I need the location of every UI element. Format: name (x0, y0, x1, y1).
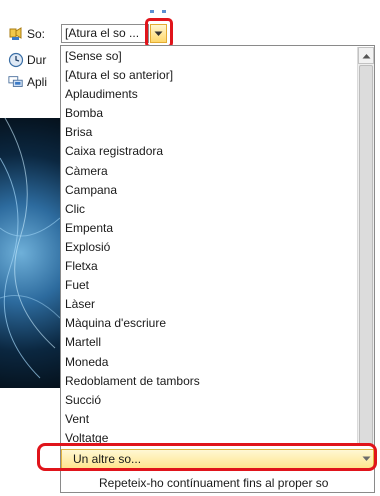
sound-label: So: (27, 27, 46, 41)
scroll-up-arrow-icon (362, 53, 370, 58)
sound-option[interactable]: Moneda (62, 353, 357, 372)
sound-dropdown-list: [Sense so] [Atura el so anterior] Aplaudim… (60, 45, 375, 493)
sound-option[interactable]: Explosió (62, 238, 357, 257)
apply-to-all-button[interactable]: Apli (8, 72, 47, 92)
slide-decoration (0, 118, 60, 379)
sound-option[interactable]: Succió (62, 391, 357, 410)
clock-icon (8, 52, 24, 68)
sound-option[interactable]: Càmera (62, 162, 357, 181)
sound-row: So: (8, 24, 45, 44)
sound-option[interactable]: Redoblament de tambors (62, 372, 357, 391)
loop-check-area (61, 473, 85, 493)
loop-until-next-sound-option[interactable]: Repeteix-ho contínuament fins al proper … (61, 473, 374, 493)
sound-option[interactable]: Caixa registradora (62, 142, 357, 161)
sound-option[interactable]: Vent (62, 410, 357, 429)
sound-option[interactable]: Fuet (62, 276, 357, 295)
loop-until-next-label: Repeteix-ho contínuament fins al proper … (99, 476, 329, 490)
scroll-up-button[interactable] (358, 47, 374, 64)
sound-option[interactable]: [Sense so] (62, 47, 357, 66)
sound-option[interactable]: Fletxa (62, 257, 357, 276)
sound-combobox-value: [Atura el so ... (65, 26, 140, 40)
sound-option[interactable]: Aplaudiments (62, 85, 357, 104)
scroll-thumb[interactable] (359, 65, 373, 445)
transition-ribbon-group: So: Dur Apli (0, 0, 64, 110)
ribbon-top-edge (140, 2, 240, 14)
sound-icon (8, 26, 24, 42)
apply-to-all-label: Apli (27, 75, 48, 89)
sound-option[interactable]: Campana (62, 181, 357, 200)
sound-option[interactable]: Martell (62, 333, 357, 352)
dropdown-scrollbar[interactable] (357, 47, 374, 445)
sound-option[interactable]: Clic (62, 200, 357, 219)
sound-option[interactable]: Màquina d'escriure (62, 314, 357, 333)
highlight-other-sound (37, 443, 377, 471)
duration-row[interactable]: Dur (8, 50, 46, 70)
sound-options: [Sense so] [Atura el so anterior] Aplaudim… (62, 47, 357, 445)
apply-to-all-icon (8, 74, 24, 90)
sound-option[interactable]: Brisa (62, 123, 357, 142)
highlight-dropdown-arrow (145, 18, 173, 48)
sound-option[interactable]: Bomba (62, 104, 357, 123)
duration-label: Dur (27, 53, 47, 67)
sound-combobox[interactable]: [Atura el so ... (61, 24, 149, 43)
sound-option[interactable]: Làser (62, 295, 357, 314)
slide-thumbnail (0, 118, 60, 388)
ribbon-edge-decoration (150, 10, 166, 13)
sound-option[interactable]: Empenta (62, 219, 357, 238)
sound-option[interactable]: [Atura el so anterior] (62, 66, 357, 85)
